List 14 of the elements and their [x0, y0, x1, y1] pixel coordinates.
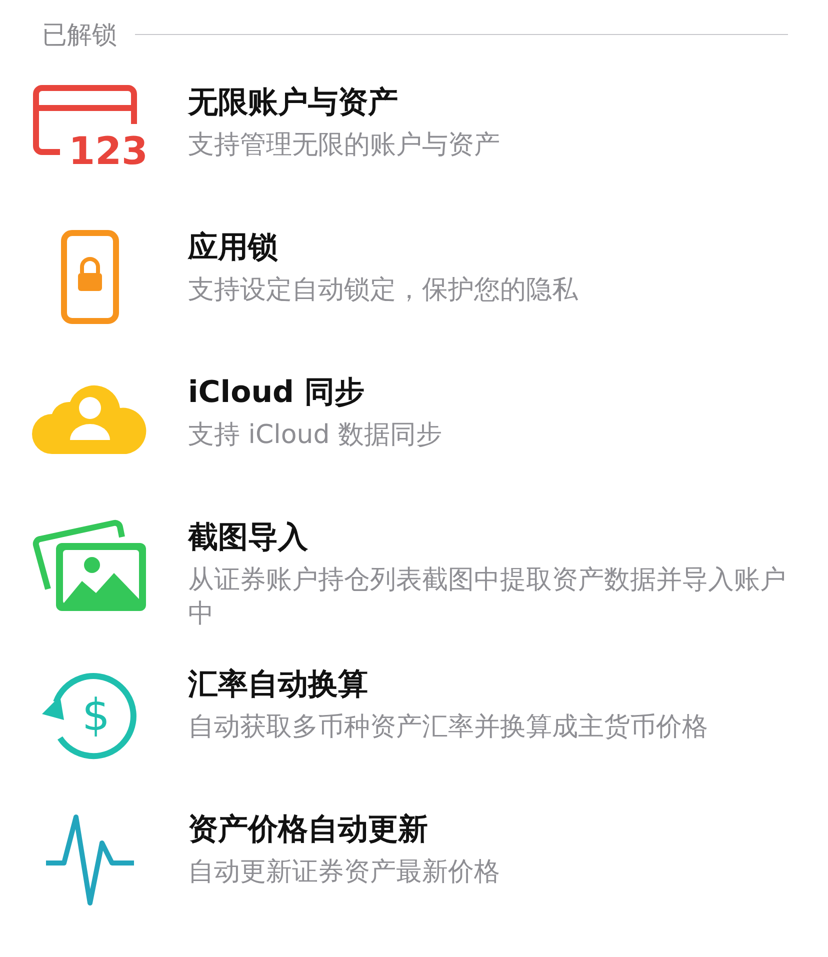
section-title: 已解锁 [42, 18, 117, 50]
feature-title: 资产价格自动更新 [188, 811, 429, 849]
feature-description: 自动获取多币种资产汇率并换算成主货币价格 [188, 711, 708, 744]
feature-description: 自动更新证券资产最新价格 [188, 856, 500, 889]
feature-title: 汇率自动换算 [188, 666, 369, 704]
feature-title: 截图导入 [188, 519, 309, 557]
feature-title: 应用锁 [188, 229, 279, 267]
feature-description: 支持设定自动锁定，保护您的隐私 [188, 274, 578, 307]
feature-title: 无限账户与资产 [188, 84, 399, 122]
feature-title: iCloud 同步 [188, 374, 366, 412]
feature-description: 从证券账户持仓列表截图中提取资产数据并导入账户中 [188, 564, 787, 631]
phone-lock-icon [60, 229, 120, 325]
feature-description: 支持管理无限的账户与资产 [188, 129, 500, 162]
feature-description: 支持 iCloud 数据同步 [188, 419, 442, 452]
